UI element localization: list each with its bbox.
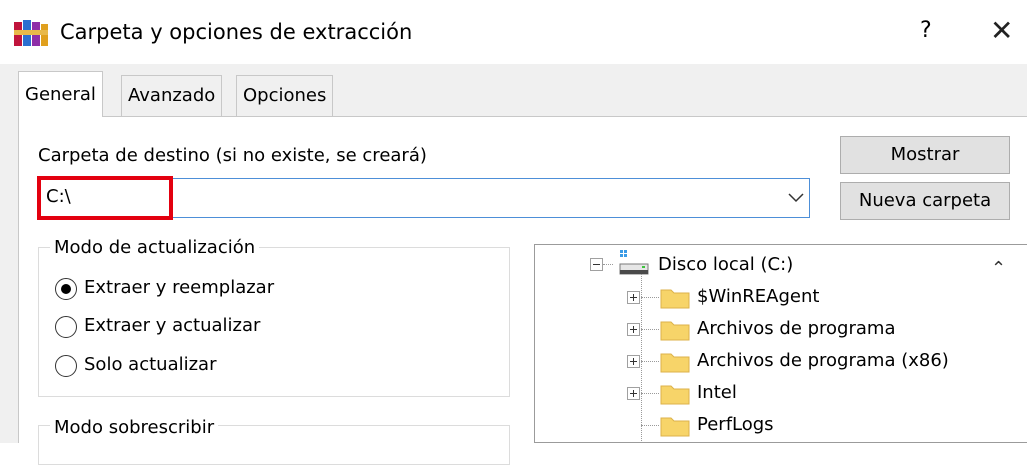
tree-line [641, 274, 642, 443]
collapse-icon[interactable] [590, 258, 603, 271]
scroll-up-icon[interactable]: ⌃ [991, 258, 1006, 279]
expand-icon[interactable] [627, 291, 640, 304]
folder-icon [660, 385, 690, 405]
tab-opciones[interactable]: Opciones [236, 75, 334, 116]
radio-extract-update[interactable] [55, 316, 77, 338]
tree-item[interactable]: Archivos de programa (x86) [697, 350, 949, 371]
tree-item[interactable]: PerfLogs [697, 414, 774, 435]
tab-avanzado[interactable]: Avanzado [121, 75, 223, 116]
tree-item[interactable]: Intel [697, 382, 737, 403]
tree-line [641, 393, 659, 394]
tree-item[interactable]: $WinREAgent [697, 286, 819, 307]
radio-label[interactable]: Extraer y reemplazar [84, 277, 274, 298]
tree-item[interactable]: Archivos de programa [697, 318, 895, 339]
tree-line [641, 361, 659, 362]
tree-line [603, 264, 613, 265]
winrar-books-icon [14, 20, 48, 46]
update-mode-title: Modo de actualización [50, 237, 260, 258]
chevron-down-icon[interactable] [786, 187, 806, 207]
overwrite-mode-title: Modo sobrescribir [50, 417, 219, 438]
radio-label[interactable]: Extraer y actualizar [84, 315, 260, 336]
tree-line [641, 329, 659, 330]
expand-icon[interactable] [627, 355, 640, 368]
folder-icon [660, 289, 690, 309]
close-button[interactable]: ✕ [990, 14, 1013, 47]
window-title: Carpeta y opciones de extracción [60, 20, 413, 44]
destination-highlight-box [37, 176, 173, 220]
folder-icon [660, 353, 690, 373]
destination-label: Carpeta de destino (si no existe, se cre… [38, 145, 427, 166]
new-folder-button[interactable]: Nueva carpeta [840, 182, 1010, 220]
folder-icon [660, 321, 690, 341]
tab-general[interactable]: General [18, 71, 103, 117]
expand-icon[interactable] [627, 387, 640, 400]
drive-icon [619, 250, 649, 275]
help-button[interactable]: ? [920, 18, 932, 43]
radio-label[interactable]: Solo actualizar [84, 354, 216, 375]
expand-icon[interactable] [627, 323, 640, 336]
tree-item-root[interactable]: Disco local (C:) [658, 254, 793, 275]
radio-update-only[interactable] [55, 355, 77, 377]
folder-icon [660, 417, 690, 437]
tree-line [641, 425, 659, 426]
radio-extract-replace[interactable] [55, 278, 77, 300]
show-button[interactable]: Mostrar [840, 136, 1010, 174]
tree-line [641, 297, 659, 298]
